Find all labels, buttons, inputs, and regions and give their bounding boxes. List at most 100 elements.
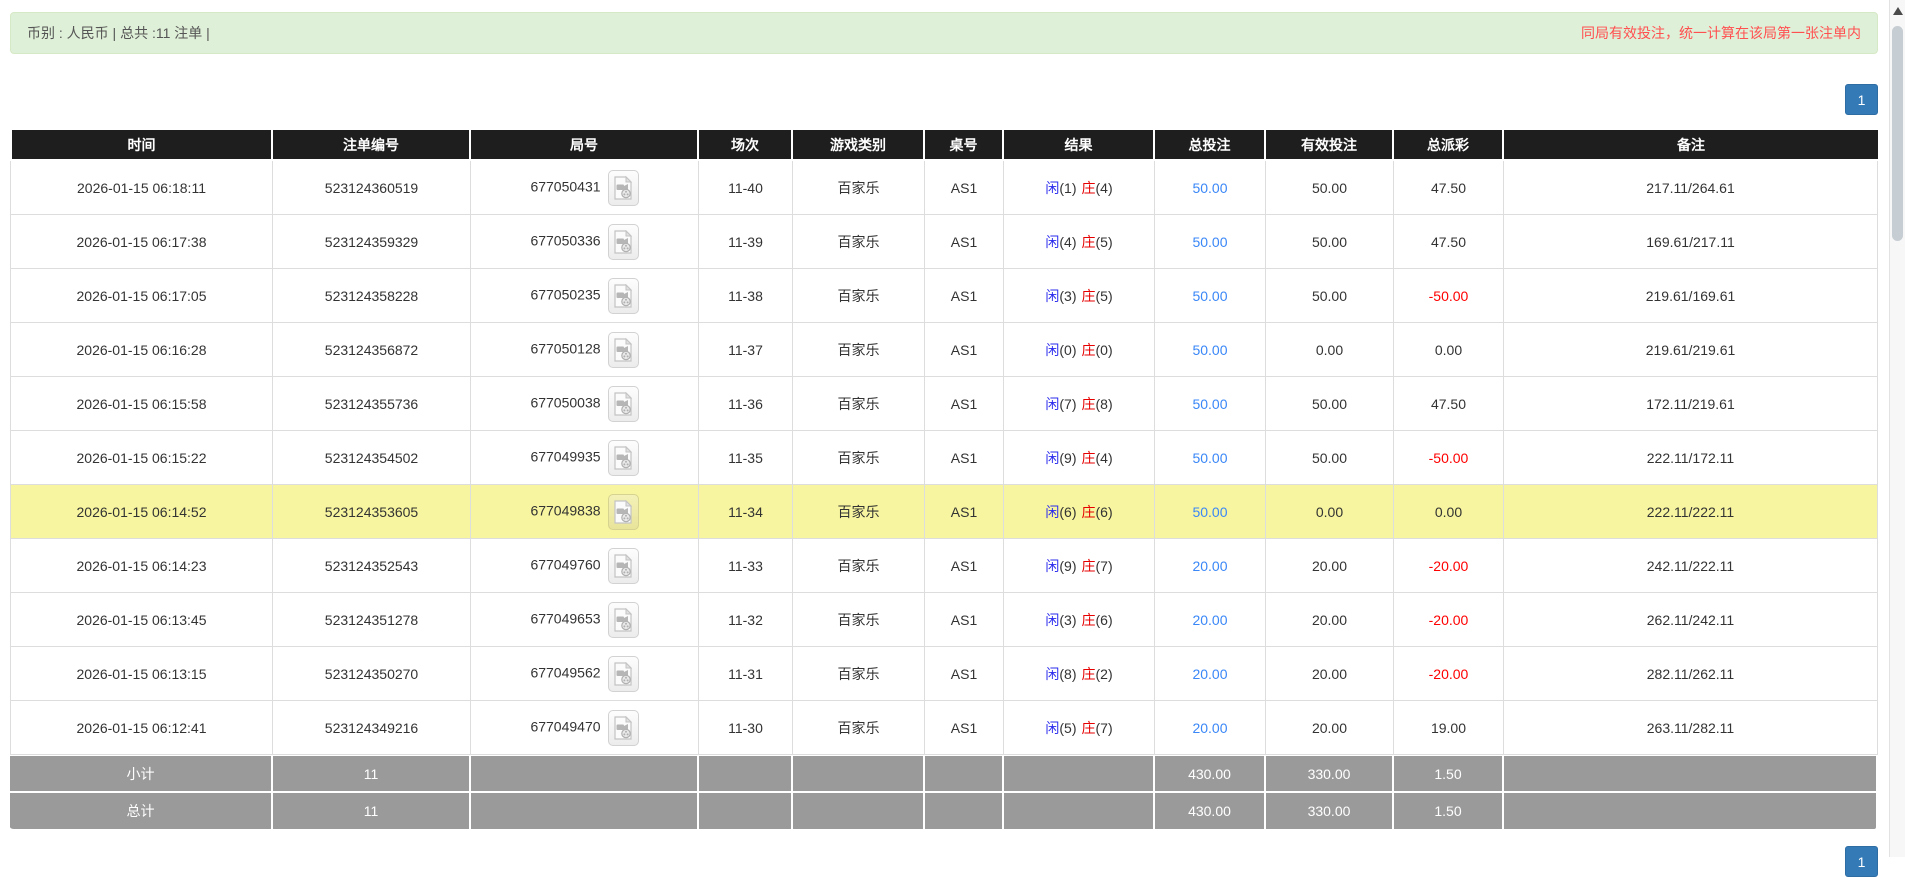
- result-banker-label: 庄: [1081, 503, 1096, 520]
- video-file-icon[interactable]: [607, 331, 639, 368]
- subtotal-payout: 1.50: [1394, 755, 1504, 793]
- video-file-icon[interactable]: [607, 277, 639, 314]
- cell-table-no: AS1: [925, 161, 1004, 215]
- cell-payout: 47.50: [1394, 161, 1504, 215]
- result-player-label: 闲: [1045, 179, 1060, 196]
- col-header-session: 场次: [699, 128, 793, 161]
- table-header: 时间 注单编号 局号 场次 游戏类别 桌号 结果 总投注 有效投注 总派彩 备注: [10, 128, 1878, 161]
- video-file-icon[interactable]: [607, 223, 639, 260]
- total-bet-link[interactable]: 50.00: [1192, 234, 1227, 250]
- cell-total-bet: 20.00: [1155, 647, 1266, 701]
- video-file-icon[interactable]: [607, 493, 639, 530]
- cell-valid-bet: 0.00: [1266, 323, 1394, 377]
- result-player-score: (8): [1059, 665, 1077, 682]
- cell-table-no: AS1: [925, 485, 1004, 539]
- result-player-label: 闲: [1045, 503, 1060, 520]
- cell-result: 闲(7) 庄(8): [1004, 377, 1155, 431]
- cell-valid-bet: 50.00: [1266, 269, 1394, 323]
- cell-payout: -20.00: [1394, 593, 1504, 647]
- cell-valid-bet: 50.00: [1266, 161, 1394, 215]
- cell-valid-bet: 50.00: [1266, 377, 1394, 431]
- total-bet-link[interactable]: 20.00: [1192, 612, 1227, 628]
- cell-time: 2026-01-15 06:13:45: [10, 593, 273, 647]
- video-file-icon[interactable]: [607, 439, 639, 476]
- col-header-round: 局号: [471, 128, 699, 161]
- cell-table-no: AS1: [925, 269, 1004, 323]
- video-file-icon[interactable]: [607, 709, 639, 746]
- cell-game-type: 百家乐: [793, 161, 925, 215]
- col-header-total-bet: 总投注: [1155, 128, 1266, 161]
- cell-payout: 47.50: [1394, 377, 1504, 431]
- result-banker-score: (2): [1095, 665, 1113, 682]
- result-player-score: (4): [1059, 233, 1077, 250]
- total-bet-link[interactable]: 20.00: [1192, 666, 1227, 682]
- cell-result: 闲(3) 庄(5): [1004, 269, 1155, 323]
- cell-session: 11-30: [699, 701, 793, 755]
- table-row: 2026-01-15 06:14:52 523124353605 6770498…: [10, 485, 1878, 539]
- video-file-icon[interactable]: [607, 547, 639, 584]
- table-row: 2026-01-15 06:17:05 523124358228 6770502…: [10, 269, 1878, 323]
- result-player-label: 闲: [1045, 395, 1060, 412]
- cell-remark: 219.61/169.61: [1504, 269, 1878, 323]
- cell-round: 677049760: [471, 539, 699, 593]
- total-bet-link[interactable]: 50.00: [1192, 180, 1227, 196]
- col-header-game-type: 游戏类别: [793, 128, 925, 161]
- cell-game-type: 百家乐: [793, 269, 925, 323]
- table-row: 2026-01-15 06:13:45 523124351278 6770496…: [10, 593, 1878, 647]
- valid-bet-notice-text: 同局有效投注，统一计算在该局第一张注单内: [1581, 25, 1861, 41]
- result-banker-label: 庄: [1081, 611, 1096, 628]
- video-file-icon[interactable]: [607, 601, 639, 638]
- cell-total-bet: 50.00: [1155, 431, 1266, 485]
- cell-time: 2026-01-15 06:13:15: [10, 647, 273, 701]
- cell-round: 677050336: [471, 215, 699, 269]
- pagination-page-1-bottom[interactable]: 1: [1845, 846, 1878, 877]
- cell-valid-bet: 50.00: [1266, 215, 1394, 269]
- total-bet-link[interactable]: 50.00: [1192, 342, 1227, 358]
- total-bet-link[interactable]: 50.00: [1192, 450, 1227, 466]
- result-player-label: 闲: [1045, 665, 1060, 682]
- cell-total-bet: 20.00: [1155, 539, 1266, 593]
- total-bet-link[interactable]: 20.00: [1192, 558, 1227, 574]
- table-row: 2026-01-15 06:18:11 523124360519 6770504…: [10, 161, 1878, 215]
- cell-round: 677049838: [471, 485, 699, 539]
- vertical-scrollbar[interactable]: [1889, 0, 1905, 857]
- cell-round: 677050128: [471, 323, 699, 377]
- cell-time: 2026-01-15 06:17:38: [10, 215, 273, 269]
- video-file-icon[interactable]: [607, 385, 639, 422]
- cell-payout: 47.50: [1394, 215, 1504, 269]
- round-number: 677049760: [530, 556, 601, 573]
- cell-total-bet: 50.00: [1155, 377, 1266, 431]
- pagination-page-1-top[interactable]: 1: [1845, 84, 1878, 115]
- cell-bet-id: 523124358228: [273, 269, 471, 323]
- cell-game-type: 百家乐: [793, 539, 925, 593]
- result-banker-score: (7): [1095, 557, 1113, 574]
- scroll-up-arrow-icon[interactable]: [1893, 7, 1903, 15]
- total-bet-link[interactable]: 50.00: [1192, 288, 1227, 304]
- total-bet-link[interactable]: 50.00: [1192, 504, 1227, 520]
- result-player-label: 闲: [1045, 557, 1060, 574]
- cell-session: 11-32: [699, 593, 793, 647]
- total-valid-bet: 330.00: [1266, 793, 1394, 831]
- cell-remark: 222.11/222.11: [1504, 485, 1878, 539]
- scrollbar-thumb[interactable]: [1892, 26, 1903, 241]
- total-payout: 1.50: [1394, 793, 1504, 831]
- cell-session: 11-37: [699, 323, 793, 377]
- result-player-label: 闲: [1045, 233, 1060, 250]
- cell-session: 11-39: [699, 215, 793, 269]
- result-player-score: (3): [1059, 287, 1077, 304]
- cell-time: 2026-01-15 06:16:28: [10, 323, 273, 377]
- video-file-icon[interactable]: [607, 169, 639, 206]
- video-file-icon[interactable]: [607, 655, 639, 692]
- result-banker-score: (5): [1095, 287, 1113, 304]
- currency-summary-text: 币别 : 人民币 | 总共 :11 注单 |: [27, 25, 210, 41]
- cell-bet-id: 523124355736: [273, 377, 471, 431]
- cell-total-bet: 50.00: [1155, 269, 1266, 323]
- total-bet-link[interactable]: 50.00: [1192, 396, 1227, 412]
- cell-bet-id: 523124359329: [273, 215, 471, 269]
- total-row: 总计 11 430.00 330.00 1.50: [10, 793, 1878, 831]
- summary-bar: 币别 : 人民币 | 总共 :11 注单 | 同局有效投注，统一计算在该局第一张…: [10, 12, 1878, 54]
- round-number: 677049935: [530, 448, 601, 465]
- result-banker-score: (7): [1095, 719, 1113, 736]
- cell-valid-bet: 20.00: [1266, 539, 1394, 593]
- total-bet-link[interactable]: 20.00: [1192, 720, 1227, 736]
